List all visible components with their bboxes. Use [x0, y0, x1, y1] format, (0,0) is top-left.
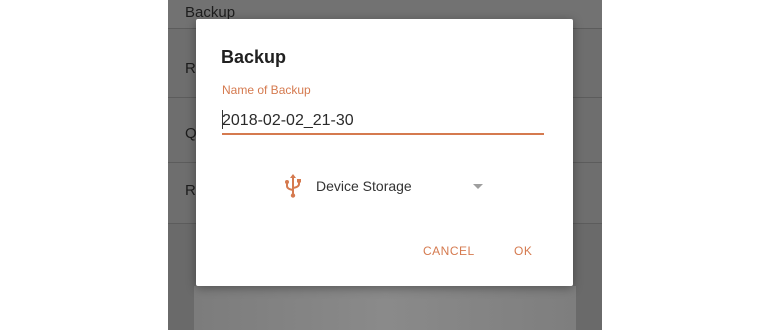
dialog-title: Backup [221, 47, 287, 67]
backup-dialog: Backup Name of Backup Device Storage CAN… [196, 19, 573, 286]
backup-name-label: Name of Backup [222, 83, 311, 97]
dropdown-arrow-icon [473, 184, 483, 189]
cancel-button[interactable]: CANCEL [423, 244, 475, 258]
text-cursor [222, 110, 223, 129]
background-card [194, 286, 576, 330]
ok-button[interactable]: OK [514, 244, 532, 258]
storage-dropdown[interactable]: Device Storage [284, 174, 494, 200]
usb-icon [285, 174, 301, 198]
storage-selected-label: Device Storage [316, 178, 412, 194]
list-item-label: Q [185, 125, 197, 142]
backup-name-input[interactable] [222, 109, 544, 135]
